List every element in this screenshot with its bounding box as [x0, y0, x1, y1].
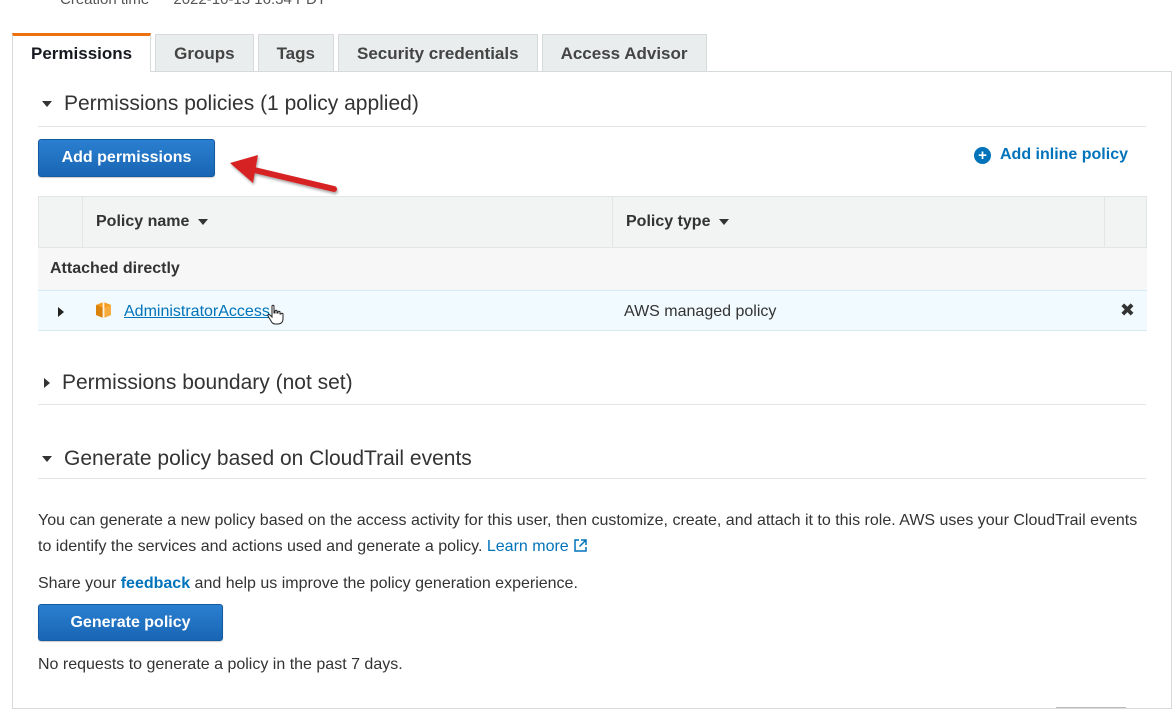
learn-more-link[interactable]: Learn more — [487, 538, 588, 555]
caret-down-icon — [42, 101, 52, 107]
policy-name-link[interactable]: AdministratorAccess — [124, 303, 270, 321]
generate-policy-button[interactable]: Generate policy — [38, 604, 223, 641]
group-row-attached-directly: Attached directly — [38, 248, 1147, 290]
divider — [38, 478, 1146, 479]
divider — [38, 404, 1146, 405]
column-policy-name[interactable]: Policy name — [83, 197, 613, 247]
footer-edge — [1056, 707, 1126, 715]
add-inline-policy-link[interactable]: + Add inline policy — [973, 146, 1128, 164]
feedback-link[interactable]: feedback — [121, 575, 190, 592]
permissions-boundary-title: Permissions boundary (not set) — [62, 371, 353, 394]
table-header: Policy name Policy type — [38, 196, 1147, 248]
actions-column-header — [1105, 197, 1146, 247]
creation-time-value: 2022-10-13 16:34 PDT — [173, 0, 326, 8]
column-policy-type-label: Policy type — [626, 213, 711, 230]
policies-table: Policy name Policy type Attached directl… — [38, 196, 1147, 331]
tab-bar: Permissions Groups Tags Security credent… — [12, 33, 711, 72]
caret-right-icon — [44, 378, 50, 388]
generate-status-text: No requests to generate a policy in the … — [38, 656, 403, 673]
sort-caret-icon — [719, 219, 730, 225]
tab-access-advisor[interactable]: Access Advisor — [541, 34, 707, 72]
group-label: Attached directly — [50, 260, 180, 277]
cloudtrail-policy-title: Generate policy based on CloudTrail even… — [64, 447, 472, 470]
permissions-policies-title: Permissions policies (1 policy applied) — [64, 92, 419, 115]
sort-caret-icon — [198, 219, 209, 225]
annotation-arrow-icon — [230, 155, 337, 192]
generate-status: No requests to generate a policy in the … — [38, 652, 1148, 678]
creation-time-label: Creation time — [60, 0, 149, 8]
feedback-suffix: and help us improve the policy generatio… — [194, 575, 578, 592]
select-column-header — [39, 197, 83, 247]
feedback-line: Share your feedback and help us improve … — [38, 571, 1148, 597]
tab-tags[interactable]: Tags — [257, 34, 334, 72]
expand-row-icon[interactable] — [58, 307, 64, 317]
column-policy-type[interactable]: Policy type — [613, 197, 1105, 247]
cloudtrail-policy-toggle[interactable]: Generate policy based on CloudTrail even… — [38, 447, 472, 471]
learn-more-label: Learn more — [486, 538, 569, 555]
add-permissions-button[interactable]: Add permissions — [38, 139, 215, 177]
divider — [38, 126, 1146, 127]
tab-groups[interactable]: Groups — [155, 34, 254, 72]
policy-type-value: AWS managed policy — [624, 303, 777, 320]
permissions-boundary-toggle[interactable]: Permissions boundary (not set) — [38, 371, 353, 395]
aws-box-icon — [96, 302, 111, 318]
remove-policy-icon[interactable]: ✖ — [1120, 300, 1135, 321]
permissions-policies-toggle[interactable]: Permissions policies (1 policy applied) — [38, 92, 419, 116]
column-policy-name-label: Policy name — [96, 213, 190, 230]
creation-time-row: Creation time 2022-10-13 16:34 PDT — [60, 0, 346, 8]
tab-security-credentials[interactable]: Security credentials — [337, 34, 538, 72]
external-link-icon — [573, 539, 587, 552]
hand-cursor-icon — [267, 304, 284, 325]
caret-down-icon — [42, 456, 52, 462]
table-row[interactable]: AdministratorAccess AWS managed policy ✖ — [38, 290, 1147, 331]
tab-permissions[interactable]: Permissions — [12, 33, 152, 72]
cloudtrail-description: You can generate a new policy based on t… — [38, 508, 1148, 560]
add-inline-policy-label: Add inline policy — [999, 146, 1128, 163]
feedback-prefix: Share your — [38, 575, 117, 592]
plus-circle-icon: + — [973, 146, 991, 164]
